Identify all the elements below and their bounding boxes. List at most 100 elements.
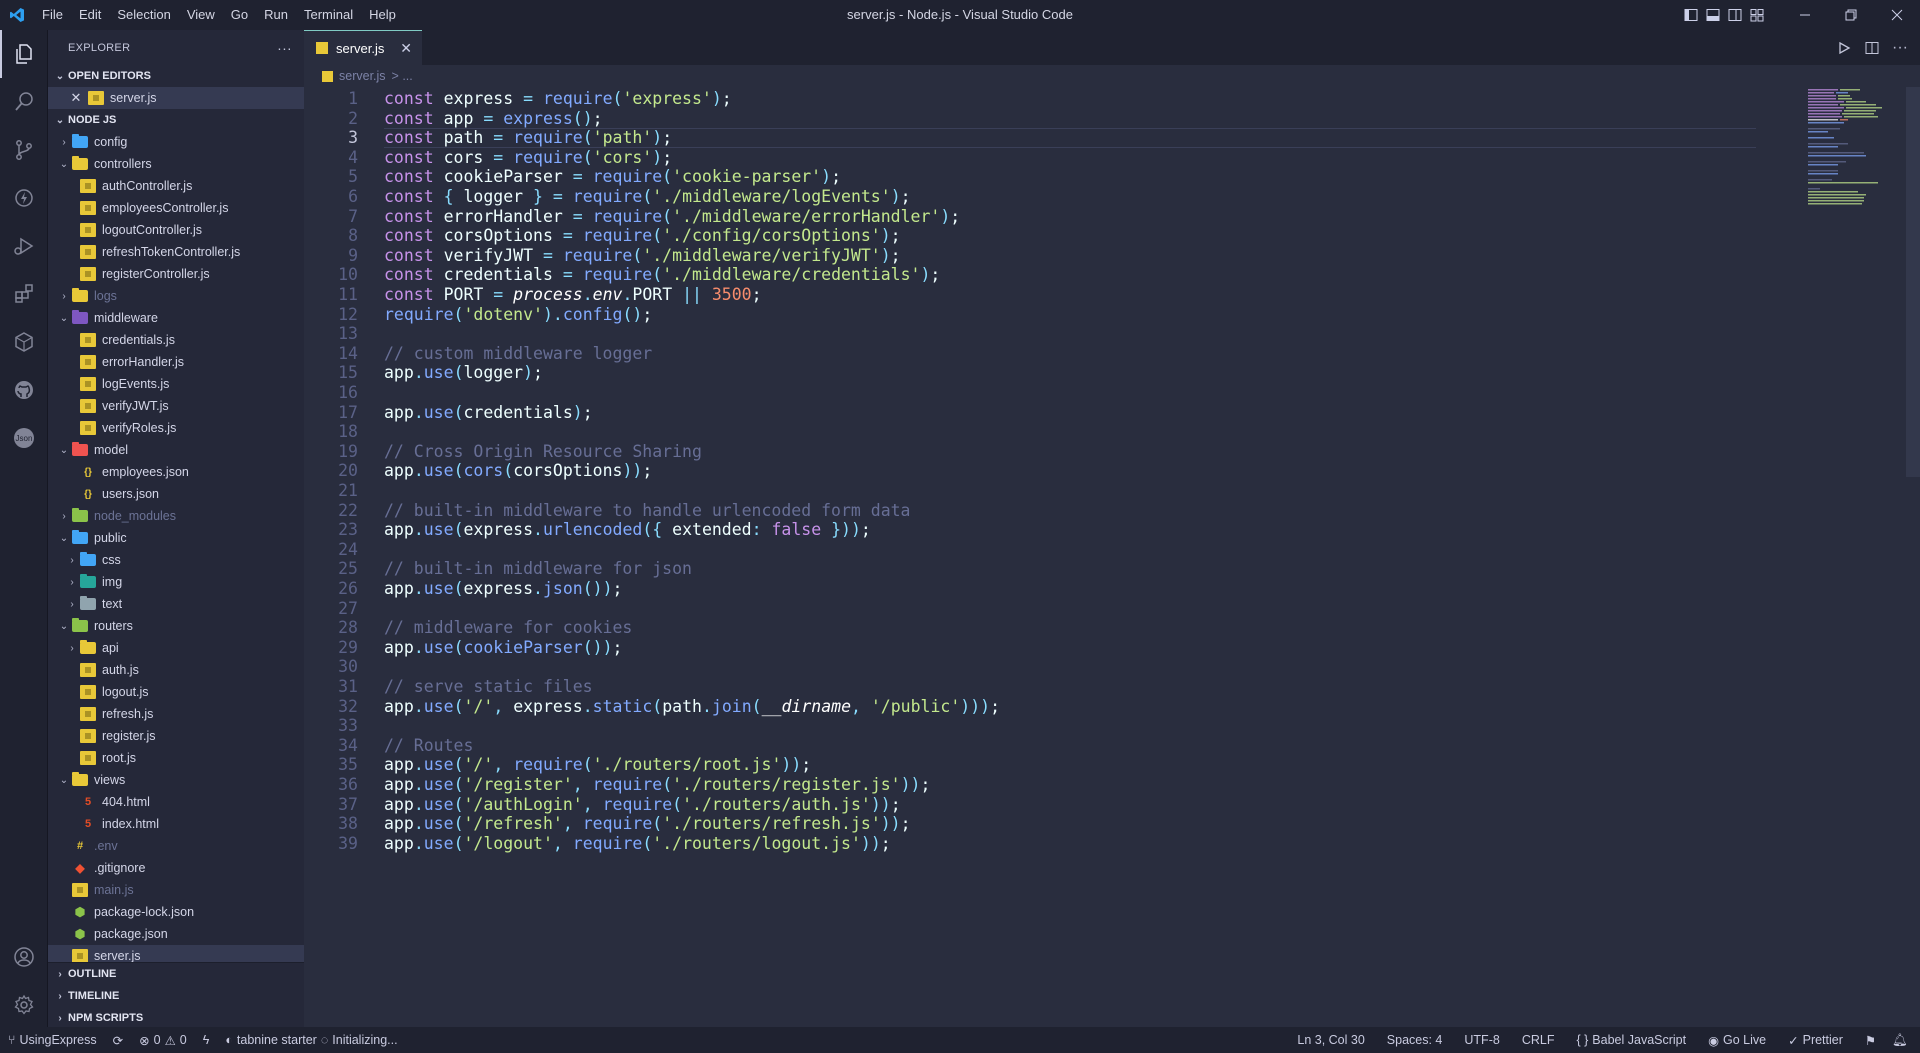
tree-file[interactable]: 5 404.html: [48, 791, 304, 813]
menu-go[interactable]: Go: [223, 0, 256, 30]
tree-file[interactable]: errorHandler.js: [48, 351, 304, 373]
tree-folder[interactable]: ⌄ public: [48, 527, 304, 549]
minimap[interactable]: [1806, 87, 1906, 207]
tree-file[interactable]: employeesController.js: [48, 197, 304, 219]
json-icon[interactable]: Json: [0, 414, 48, 462]
tree-file[interactable]: verifyRoles.js: [48, 417, 304, 439]
tree-folder[interactable]: ⌄ model: [48, 439, 304, 461]
close-window-icon[interactable]: [1874, 0, 1920, 30]
tree-file[interactable]: refreshTokenController.js: [48, 241, 304, 263]
tree-file[interactable]: # .env: [48, 835, 304, 857]
tree-file[interactable]: ◆ .gitignore: [48, 857, 304, 879]
code-line[interactable]: // Routes: [384, 736, 473, 756]
code-line[interactable]: app.use('/', express.static(path.join(__…: [384, 697, 1000, 717]
code-line[interactable]: app.use(cors(corsOptions));: [384, 461, 652, 481]
tree-folder[interactable]: › logs: [48, 285, 304, 307]
cursor-position[interactable]: Ln 3, Col 30: [1289, 1033, 1378, 1047]
tree-file[interactable]: main.js: [48, 879, 304, 901]
go-live-button[interactable]: ◉ Go Live: [1700, 1033, 1780, 1048]
prettier-status[interactable]: ✓ Prettier: [1780, 1033, 1857, 1048]
code-line[interactable]: const express = require('express');: [384, 89, 732, 109]
code-line[interactable]: const credentials = require('./middlewar…: [384, 265, 940, 285]
open-editors-section[interactable]: ⌄ OPEN EDITORS: [48, 65, 304, 87]
tree-file[interactable]: logEvents.js: [48, 373, 304, 395]
github-icon[interactable]: [0, 366, 48, 414]
search-icon[interactable]: [0, 78, 48, 126]
code-line[interactable]: const cors = require('cors');: [384, 148, 672, 168]
code-line[interactable]: // Cross Origin Resource Sharing: [384, 442, 702, 462]
extensions-icon[interactable]: [0, 270, 48, 318]
menu-run[interactable]: Run: [256, 0, 296, 30]
problems-status[interactable]: ⊗ 0 ⚠ 0: [131, 1033, 195, 1048]
code-line[interactable]: // built-in middleware to handle urlenco…: [384, 501, 911, 521]
code-line[interactable]: app.use(express.json());: [384, 579, 622, 599]
code-line[interactable]: app.use(credentials);: [384, 403, 593, 423]
tree-file[interactable]: logoutController.js: [48, 219, 304, 241]
menu-edit[interactable]: Edit: [71, 0, 109, 30]
vertical-scrollbar[interactable]: [1906, 87, 1920, 477]
remote-explorer-icon[interactable]: [0, 318, 48, 366]
customize-layout-icon[interactable]: [1746, 0, 1768, 30]
code-line[interactable]: // built-in middleware for json: [384, 559, 692, 579]
code-line[interactable]: const cookieParser = require('cookie-par…: [384, 167, 841, 187]
tree-file[interactable]: {} employees.json: [48, 461, 304, 483]
notifications-icon[interactable]: 🔔︎: [1884, 1033, 1920, 1048]
code-line[interactable]: app.use('/authLogin', require('./routers…: [384, 795, 901, 815]
code-line[interactable]: app.use('/refresh', require('./routers/r…: [384, 814, 911, 834]
end-of-line[interactable]: CRLF: [1514, 1033, 1569, 1047]
tree-file[interactable]: {} users.json: [48, 483, 304, 505]
tree-file[interactable]: authController.js: [48, 175, 304, 197]
code-line[interactable]: const PORT = process.env.PORT || 3500;: [384, 285, 762, 305]
encoding[interactable]: UTF-8: [1456, 1033, 1513, 1047]
feedback-icon[interactable]: ⚑: [1857, 1033, 1884, 1048]
more-icon[interactable]: ···: [1886, 39, 1914, 57]
code-line[interactable]: const errorHandler = require('./middlewa…: [384, 207, 960, 227]
restore-icon[interactable]: [1828, 0, 1874, 30]
code-line[interactable]: // custom middleware logger: [384, 344, 652, 364]
code-line[interactable]: const app = express();: [384, 109, 603, 129]
workspace-section[interactable]: ⌄ NODE JS: [48, 109, 304, 131]
code-line[interactable]: const verifyJWT = require('./middleware/…: [384, 246, 901, 266]
tree-folder[interactable]: ⌄ controllers: [48, 153, 304, 175]
tree-file[interactable]: auth.js: [48, 659, 304, 681]
breadcrumb-file[interactable]: server.js: [339, 69, 386, 83]
code-line[interactable]: const { logger } = require('./middleware…: [384, 187, 911, 207]
code-line[interactable]: app.use(express.urlencoded({ extended: f…: [384, 520, 871, 540]
code-line[interactable]: app.use(cookieParser());: [384, 638, 622, 658]
language-mode[interactable]: { } Babel JavaScript: [1568, 1033, 1700, 1047]
tree-file[interactable]: credentials.js: [48, 329, 304, 351]
tree-file[interactable]: 5 index.html: [48, 813, 304, 835]
open-editor-item[interactable]: ✕ server.js: [48, 87, 304, 109]
explorer-icon[interactable]: [0, 30, 48, 78]
menu-help[interactable]: Help: [361, 0, 404, 30]
menu-terminal[interactable]: Terminal: [296, 0, 361, 30]
tree-folder[interactable]: ⌄ routers: [48, 615, 304, 637]
toggle-secondary-sidebar-icon[interactable]: [1724, 0, 1746, 30]
code-editor[interactable]: 1 const express = require('express'); 2 con…: [304, 87, 1904, 1027]
run-and-debug-icon[interactable]: [0, 222, 48, 270]
code-line[interactable]: app.use('/', require('./routers/root.js'…: [384, 755, 811, 775]
tree-folder[interactable]: ⌄ middleware: [48, 307, 304, 329]
tab-server-js[interactable]: server.js ✕: [304, 30, 422, 65]
tree-folder[interactable]: › api: [48, 637, 304, 659]
run-debug-icon[interactable]: [0, 174, 48, 222]
tree-folder[interactable]: › img: [48, 571, 304, 593]
branch-status[interactable]: ⑂ UsingExpress: [0, 1033, 105, 1047]
menu-selection[interactable]: Selection: [109, 0, 178, 30]
lightning-status[interactable]: ϟ: [195, 1033, 218, 1047]
close-icon[interactable]: ✕: [68, 90, 84, 106]
menu-file[interactable]: File: [34, 0, 71, 30]
code-line[interactable]: const path = require('path');: [384, 128, 672, 148]
tree-file[interactable]: register.js: [48, 725, 304, 747]
accounts-icon[interactable]: [0, 933, 48, 981]
tree-file[interactable]: refresh.js: [48, 703, 304, 725]
sync-status[interactable]: ⟳: [105, 1033, 131, 1048]
code-line[interactable]: app.use(logger);: [384, 363, 543, 383]
tree-file[interactable]: ⬢ package.json: [48, 923, 304, 945]
source-control-icon[interactable]: [0, 126, 48, 174]
code-line[interactable]: app.use('/register', require('./routers/…: [384, 775, 930, 795]
code-line[interactable]: // middleware for cookies: [384, 618, 632, 638]
tabnine-status[interactable]: ◐ tabnine starter ◌ Initializing...: [217, 1033, 405, 1047]
timeline-section[interactable]: › TIMELINE: [48, 985, 304, 1007]
more-actions-icon[interactable]: ···: [277, 40, 292, 56]
